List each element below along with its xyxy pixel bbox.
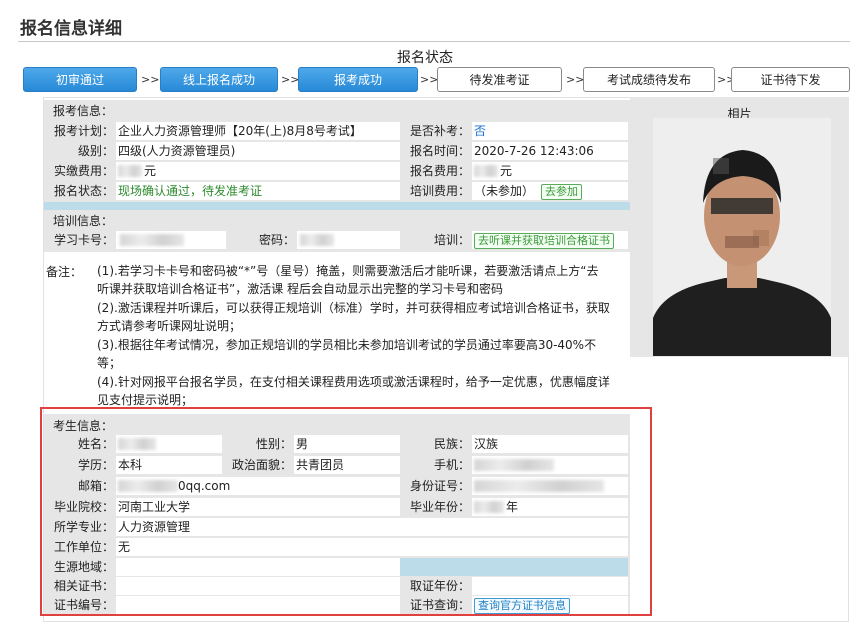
training-label: 培训： [433,233,470,247]
card-number-redacted [120,234,184,246]
exam-section-label: 报考信息： [53,104,114,118]
fee-value: 元 [500,164,513,178]
paid-amount-redacted [118,165,142,177]
step-pending-admission-ticket[interactable]: 待发准考证 [437,67,562,92]
status-title: 报名状态 [397,50,453,66]
note-line: 方式请参考听课网址说明； [97,319,242,333]
makeup-label: 是否补考： [409,124,470,138]
card-label: 学习卡号： [53,233,114,247]
plan-value: 企业人力资源管理师【20年(上)8月8号考试】 [118,124,362,138]
note-line: (2).激活课程并听课后，可以获得正规培训（标准）学时，并可获得相应考试培训合格… [97,301,610,315]
notes-label: 备注： [46,265,83,279]
step-arrow: >> [566,73,585,86]
step-initial-review[interactable]: 初审通过 [23,67,137,92]
training-section-label: 培训信息： [53,214,114,228]
step-arrow: >> [281,73,300,86]
candidate-photo [653,118,831,356]
attend-course-button[interactable]: 去听课并获取培训合格证书 [474,233,614,249]
note-line: 等； [97,356,122,370]
note-line: (1).若学习卡卡号和密码被“*”号（星号）掩盖，则需要激活后才能听课，若要激活… [97,264,599,278]
time-label: 报名时间： [409,144,470,158]
makeup-value: 否 [474,124,487,138]
step-arrow: >> [420,73,439,86]
note-line: (3).根据往年考试情况，参加正规培训的学员相比未参加培训考试的学员通过率要高3… [97,338,597,352]
join-training-button[interactable]: 去参加 [541,184,582,200]
time-value: 2020-7-26 12:43:06 [474,144,594,158]
note-line: (4).针对网报平台报名学员，在支付相关课程费用选项或激活课程时，给予一定优惠，… [97,375,610,389]
title-divider [18,41,850,42]
fee-label: 报名费用： [409,164,470,178]
plan-label: 报考计划： [53,124,114,138]
highlight-box [40,407,652,616]
password-redacted [300,234,334,246]
note-line: 听课并获取培训合格证书”，激活课 程后会自动显示出完整的学习卡号和密码 [97,282,504,296]
step-arrow: >> [141,73,160,86]
level-value: 四级(人力资源管理员) [118,144,236,158]
step-registration-success[interactable]: 报考成功 [298,67,418,92]
step-pending-certificate[interactable]: 证书待下发 [731,67,850,92]
password-label: 密码： [258,233,295,247]
paid-label: 实缴费用： [53,164,114,178]
state-label: 报名状态： [53,184,114,198]
level-label: 级别： [77,144,114,158]
state-value: 现场确认通过，待发准考证 [118,184,263,198]
fee-amount-redacted [474,165,498,177]
train-fee-value: （未参加） [474,184,535,198]
portrait-placeholder-icon [653,118,831,356]
paid-value: 元 [144,164,157,178]
step-pending-score[interactable]: 考试成绩待发布 [583,67,715,92]
train-fee-label: 培训费用： [409,184,470,198]
page-title: 报名信息详细 [20,19,122,39]
section-separator [44,202,630,210]
step-online-registered[interactable]: 线上报名成功 [160,67,278,92]
